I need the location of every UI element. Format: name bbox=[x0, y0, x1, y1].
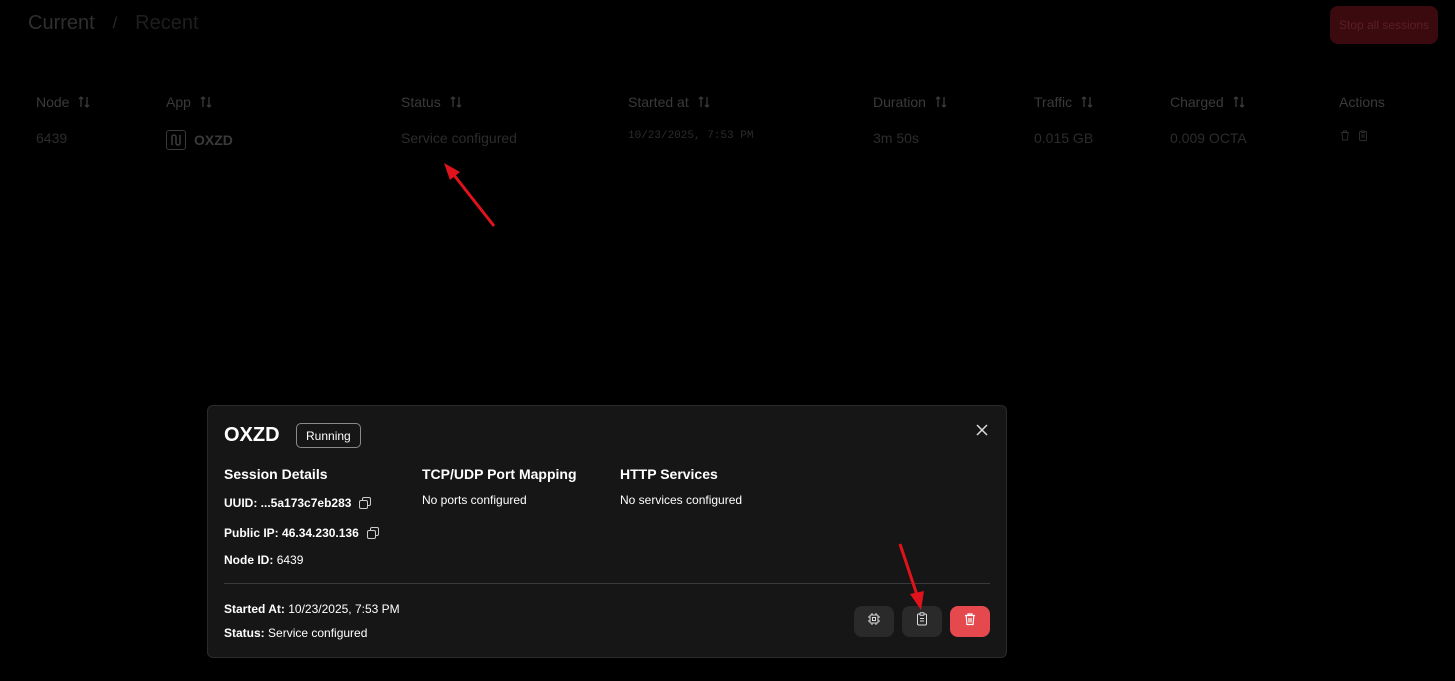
session-tabs: Current / Recent bbox=[28, 12, 199, 35]
cell-node: 6439 bbox=[36, 130, 68, 146]
status-row: Status: Service configured bbox=[224, 626, 368, 640]
column-header-actions: Actions bbox=[1339, 94, 1385, 110]
stop-all-sessions-button[interactable]: Stop all sessions bbox=[1330, 6, 1438, 44]
started-at-row: Started At: 10/23/2025, 7:53 PM bbox=[224, 602, 400, 616]
node-id-value: 6439 bbox=[276, 553, 304, 567]
copy-icon[interactable] bbox=[366, 527, 379, 539]
cell-actions bbox=[1340, 130, 1368, 141]
session-details-heading: Session Details bbox=[224, 466, 328, 482]
annotation-arrow-icon bbox=[444, 163, 496, 227]
port-mapping-text: No ports configured bbox=[422, 493, 527, 507]
sort-icon[interactable] bbox=[1232, 95, 1246, 109]
stop-session-button[interactable] bbox=[950, 606, 990, 637]
column-header-traffic[interactable]: Traffic bbox=[1034, 94, 1094, 110]
node-id-row: Node ID: 6439 bbox=[224, 553, 304, 567]
app-name: OXZD bbox=[194, 132, 233, 148]
port-mapping-heading: TCP/UDP Port Mapping bbox=[422, 466, 577, 482]
uuid-value: ...5a173c7eb283 bbox=[260, 496, 352, 510]
status-value: Service configured bbox=[268, 626, 368, 640]
session-details-modal: OXZD Running Session Details UUID: ...5a… bbox=[207, 405, 1007, 658]
modal-title: OXZD bbox=[224, 424, 280, 446]
column-header-duration[interactable]: Duration bbox=[873, 94, 948, 110]
public-ip-value: 46.34.230.136 bbox=[282, 526, 359, 540]
annotation-arrow-icon bbox=[898, 543, 924, 610]
copy-icon[interactable] bbox=[359, 497, 372, 509]
tab-current[interactable]: Current bbox=[28, 12, 95, 35]
sort-icon[interactable] bbox=[697, 95, 711, 109]
trash-icon[interactable] bbox=[1340, 130, 1350, 141]
resources-button[interactable] bbox=[854, 606, 894, 637]
chip-icon bbox=[867, 612, 881, 631]
started-at-value: 10/23/2025, 7:53 PM bbox=[288, 602, 400, 616]
http-services-heading: HTTP Services bbox=[620, 466, 718, 482]
column-header-charged[interactable]: Charged bbox=[1170, 94, 1246, 110]
http-services-text: No services configured bbox=[620, 493, 743, 507]
app-logo-icon bbox=[166, 130, 186, 150]
cell-duration: 3m 50s bbox=[873, 130, 919, 146]
tab-separator: / bbox=[112, 14, 118, 32]
trash-icon bbox=[963, 612, 977, 631]
cell-app[interactable]: OXZD bbox=[166, 130, 233, 150]
cell-started-at: 10/23/2025, 7:53 PM bbox=[628, 130, 754, 142]
column-header-status[interactable]: Status bbox=[401, 94, 463, 110]
close-icon[interactable] bbox=[974, 422, 990, 438]
sort-icon[interactable] bbox=[934, 95, 948, 109]
cell-charged: 0.009 OCTA bbox=[1170, 130, 1247, 146]
column-header-started-at[interactable]: Started at bbox=[628, 94, 711, 110]
public-ip-row: Public IP: 46.34.230.136 bbox=[224, 526, 379, 540]
sort-icon[interactable] bbox=[77, 95, 91, 109]
cell-traffic: 0.015 GB bbox=[1034, 130, 1094, 146]
column-header-app[interactable]: App bbox=[166, 94, 213, 110]
cell-status: Service configured bbox=[401, 130, 517, 146]
clipboard-icon[interactable] bbox=[1358, 130, 1368, 141]
modal-divider bbox=[224, 583, 990, 584]
column-header-node[interactable]: Node bbox=[36, 94, 91, 110]
uuid-row: UUID: ...5a173c7eb283 bbox=[224, 496, 372, 510]
status-badge: Running bbox=[296, 423, 361, 448]
sort-icon[interactable] bbox=[199, 95, 213, 109]
tab-recent[interactable]: Recent bbox=[135, 12, 198, 35]
clipboard-icon bbox=[915, 612, 929, 631]
sort-icon[interactable] bbox=[1080, 95, 1094, 109]
sort-icon[interactable] bbox=[449, 95, 463, 109]
